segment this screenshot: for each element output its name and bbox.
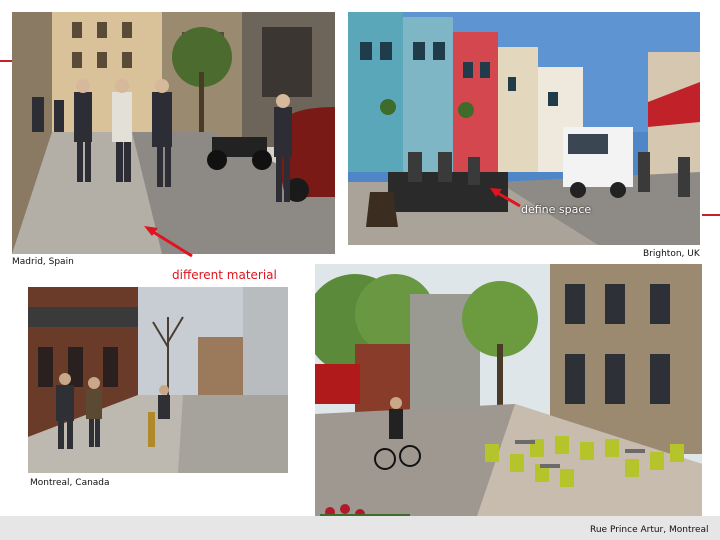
- caption-montreal: Montreal, Canada: [30, 478, 110, 488]
- annotation-define-space: define space: [521, 203, 592, 216]
- left-red-mark: [0, 60, 12, 62]
- caption-rue-prince-overlay: Rue Prince Artur, Montreal: [590, 525, 709, 535]
- right-red-mark: [702, 214, 720, 216]
- caption-brighton: Brighton, UK: [643, 249, 700, 259]
- annotation-different-material: different material: [172, 268, 277, 282]
- montreal-street-photo: [28, 287, 288, 473]
- arrow-define-space: [490, 188, 521, 208]
- arrow-different-material: [144, 226, 193, 258]
- rue-prince-arthur-illustration: [315, 264, 702, 522]
- rue-prince-arthur-photo: [315, 264, 702, 522]
- montreal-street-illustration: [28, 287, 288, 473]
- caption-madrid: Madrid, Spain: [12, 257, 74, 267]
- madrid-street-photo: [12, 12, 335, 254]
- madrid-street-illustration: [12, 12, 335, 254]
